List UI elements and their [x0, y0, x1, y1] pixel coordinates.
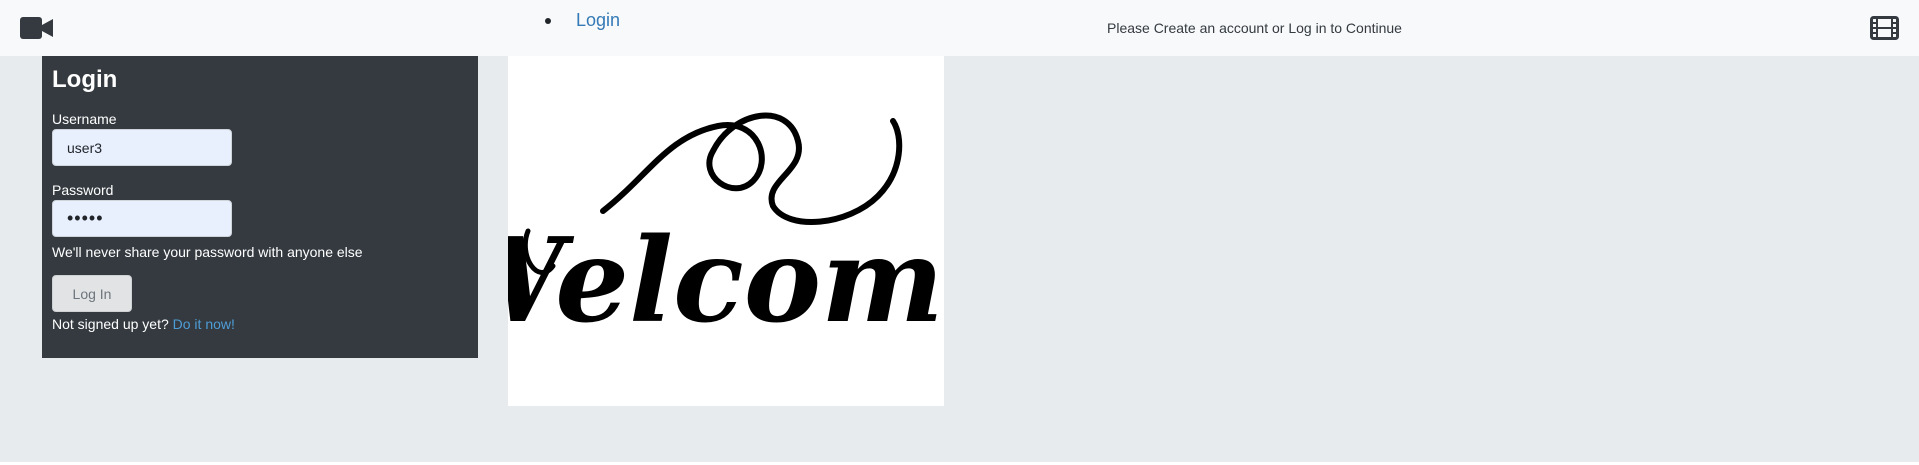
welcome-text: Welcome [508, 213, 944, 349]
login-required-message: Please Create an account or Log in to Co… [1107, 20, 1402, 36]
nav-login-link[interactable]: Login [576, 10, 620, 31]
signup-prompt: Not signed up yet? [52, 316, 169, 332]
login-title: Login [52, 66, 118, 93]
login-form: Login Username Password We'll never shar… [42, 56, 478, 358]
signup-link[interactable]: Do it now! [173, 316, 235, 332]
list-bullet [545, 18, 551, 24]
signup-prompt-row: Not signed up yet? Do it now! [52, 316, 235, 332]
username-label: Username [52, 111, 117, 127]
welcome-image: Welcome [434, 56, 1018, 406]
video-camera-icon[interactable] [20, 17, 53, 44]
main-content: Login Username Password We'll never shar… [0, 56, 1919, 462]
top-navbar: Login Please Create an account or Log in… [0, 0, 1919, 56]
film-icon[interactable] [1870, 16, 1899, 45]
password-label: Password [52, 182, 114, 198]
password-input[interactable] [52, 200, 232, 237]
login-submit-button[interactable]: Log In [52, 275, 132, 312]
password-help-text: We'll never share your password with any… [52, 244, 363, 260]
username-input[interactable] [52, 129, 232, 166]
